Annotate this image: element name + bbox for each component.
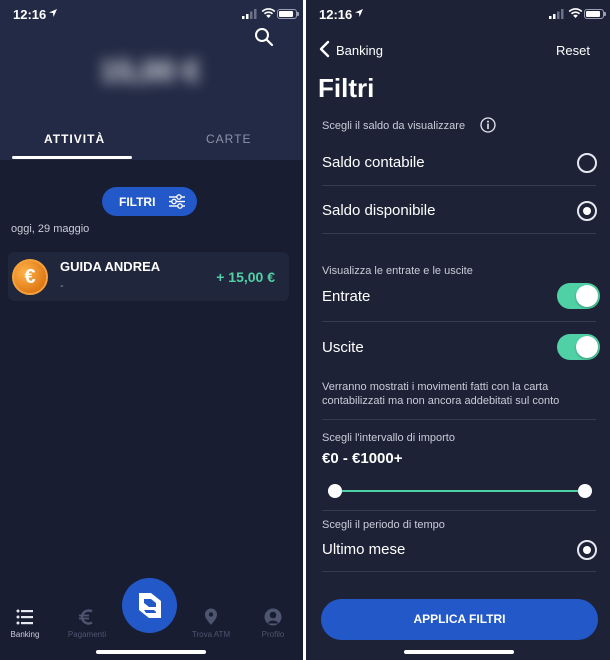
flows-section-heading: Visualizza le entrate e le uscite	[322, 265, 473, 277]
amount-slider-track	[334, 490, 586, 492]
location-arrow-icon	[355, 9, 363, 17]
location-arrow-icon	[49, 9, 57, 17]
transaction-name: GUIDA ANDREA	[60, 259, 161, 274]
apply-filters-button[interactable]: APPLICA FILTRI	[321, 599, 598, 640]
filters-screen: 12:16 Banking Reset Filtri Scegli il sal…	[306, 0, 610, 660]
cellular-signal-icon	[242, 9, 257, 19]
amount-slider-max-thumb[interactable]	[578, 484, 592, 498]
option-saldo-contabile-label: Saldo contabile	[322, 154, 425, 171]
bank-logo-icon	[139, 593, 161, 618]
divider	[322, 185, 596, 186]
euro-icon	[79, 609, 93, 625]
transaction-amount: + 15,00 €	[216, 269, 275, 285]
home-indicator	[404, 650, 514, 654]
tabbar-label-profilo: Profilo	[261, 630, 285, 639]
toggle-entrate-label: Entrate	[322, 288, 371, 305]
cellular-signal-icon	[549, 9, 564, 19]
amount-section-heading: Scegli l'intervallo di importo	[322, 432, 455, 444]
battery-icon	[584, 9, 606, 19]
status-bar: 12:16	[0, 6, 303, 24]
home-indicator	[96, 650, 206, 654]
sliders-icon	[169, 194, 185, 209]
status-time: 12:16	[13, 7, 47, 22]
filters-button[interactable]: FILTRI	[102, 187, 197, 216]
option-saldo-disponibile-label: Saldo disponibile	[322, 202, 436, 219]
transaction-subtitle: -	[60, 280, 64, 292]
date-label: oggi, 29 maggio	[11, 223, 90, 235]
radio-saldo-disponibile[interactable]	[577, 201, 597, 221]
wifi-icon	[568, 8, 583, 18]
page-title: Filtri	[318, 73, 375, 103]
flows-note: Verranno mostrati i movimenti fatti con …	[322, 381, 560, 407]
tabbar-label-banking: Banking	[10, 630, 40, 639]
toggle-entrate[interactable]	[557, 283, 600, 309]
status-time: 12:16	[319, 7, 353, 22]
back-button-label: Banking	[336, 43, 383, 58]
divider	[322, 233, 596, 234]
status-bar: 12:16	[306, 6, 610, 24]
radio-ultimo-mese[interactable]	[577, 540, 597, 560]
wifi-icon	[261, 8, 276, 18]
search-icon[interactable]	[254, 27, 274, 47]
account-balance: 15,00 €	[99, 55, 201, 88]
amount-range-value: €0 - €1000+	[322, 450, 403, 467]
map-pin-icon	[205, 608, 217, 625]
active-tab-indicator	[12, 156, 132, 159]
tabbar-item-pagamenti[interactable]: Pagamenti	[62, 608, 112, 639]
bank-logo-button[interactable]	[122, 578, 177, 633]
tabbar-label-pagamenti: Pagamenti	[67, 630, 107, 639]
battery-icon	[277, 9, 299, 19]
euro-coin-icon: €	[12, 259, 48, 295]
toggle-uscite-label: Uscite	[322, 339, 364, 356]
option-ultimo-mese-label: Ultimo mese	[322, 541, 406, 558]
profile-icon	[264, 608, 282, 626]
transaction-row[interactable]: € GUIDA ANDREA - + 15,00 €	[8, 252, 289, 301]
divider	[322, 571, 596, 572]
radio-saldo-contabile[interactable]	[577, 153, 597, 173]
tab-activity[interactable]: ATTIVITÀ	[44, 132, 105, 146]
balance-section-heading: Scegli il saldo da visualizzare	[322, 120, 466, 132]
tabbar-item-banking[interactable]: Banking	[0, 608, 50, 639]
divider	[322, 321, 596, 322]
banking-screen: 12:16 15,00 € ATTIVITÀ CARTE FILTRI oggi…	[0, 0, 303, 660]
chevron-left-icon	[319, 40, 330, 58]
list-icon	[16, 609, 33, 625]
tabbar-item-profilo[interactable]: Profilo	[248, 608, 298, 639]
filters-button-label: FILTRI	[119, 195, 156, 209]
tabbar-label-trova-atm: Trova ATM	[191, 630, 231, 639]
info-icon[interactable]	[480, 117, 496, 133]
divider	[322, 510, 596, 511]
toggle-uscite[interactable]	[557, 334, 600, 360]
tabbar-item-trova-atm[interactable]: Trova ATM	[186, 608, 236, 639]
tab-cards[interactable]: CARTE	[206, 132, 251, 146]
reset-button[interactable]: Reset	[556, 43, 590, 58]
divider	[322, 419, 596, 420]
euro-coin-glyph: €	[24, 266, 36, 288]
amount-slider-min-thumb[interactable]	[328, 484, 342, 498]
period-section-heading: Scegli il periodo di tempo	[322, 519, 445, 531]
